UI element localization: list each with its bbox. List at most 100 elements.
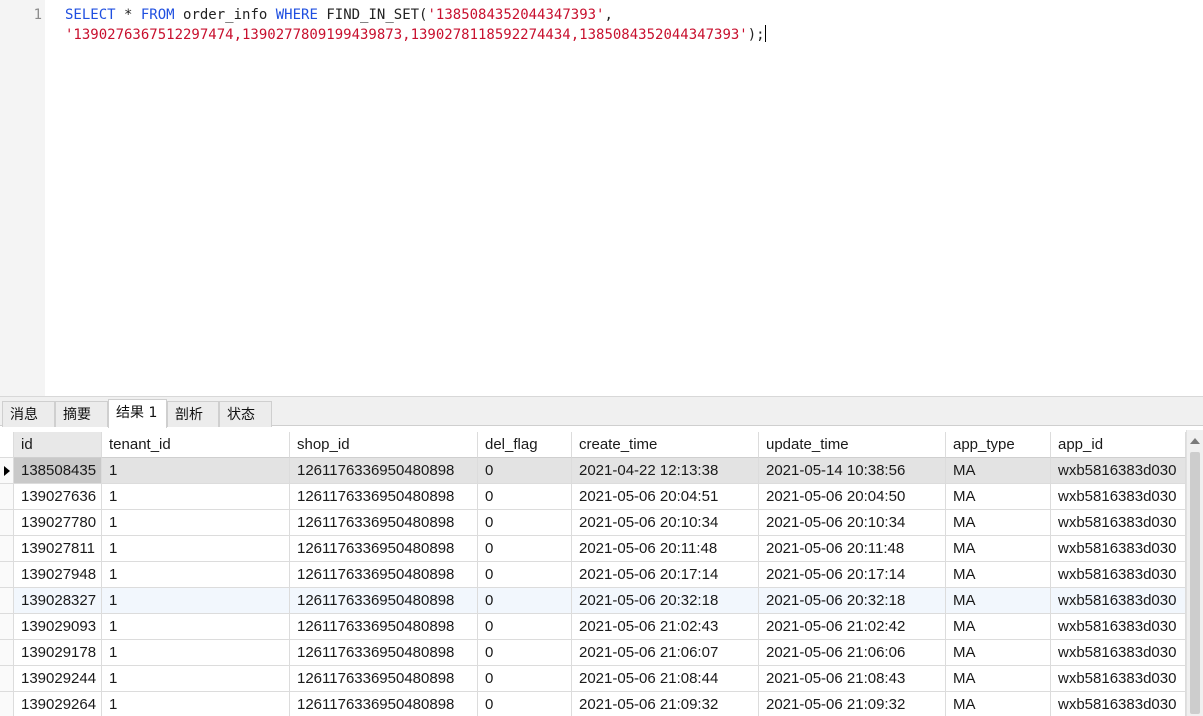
cell-del-flag[interactable]: 0 xyxy=(478,458,572,484)
cell-del-flag[interactable]: 0 xyxy=(478,562,572,588)
cell-tenant-id[interactable]: 1 xyxy=(102,666,290,692)
cell-del-flag[interactable]: 0 xyxy=(478,614,572,640)
cell-shop-id[interactable]: 1261176336950480898 xyxy=(290,666,478,692)
cell-app-id[interactable]: wxb5816383d030 xyxy=(1051,614,1186,640)
cell-id[interactable]: 139028327 xyxy=(14,588,102,614)
cell-tenant-id[interactable]: 1 xyxy=(102,458,290,484)
cell-update-time[interactable]: 2021-05-14 10:38:56 xyxy=(759,458,946,484)
row-marker[interactable] xyxy=(0,640,14,666)
cell-del-flag[interactable]: 0 xyxy=(478,666,572,692)
cell-update-time[interactable]: 2021-05-06 21:02:42 xyxy=(759,614,946,640)
cell-del-flag[interactable]: 0 xyxy=(478,510,572,536)
cell-create-time[interactable]: 2021-04-22 12:13:38 xyxy=(572,458,759,484)
table-row[interactable]: 139029244 1 1261176336950480898 0 2021-05-06… xyxy=(0,666,1186,692)
cell-app-id[interactable]: wxb5816383d030 xyxy=(1051,640,1186,666)
cell-app-id[interactable]: wxb5816383d030 xyxy=(1051,458,1186,484)
row-marker[interactable] xyxy=(0,536,14,562)
results-grid[interactable]: id tenant_id shop_id del_flag create_tim… xyxy=(0,430,1186,716)
scrollbar-thumb[interactable] xyxy=(1190,452,1200,714)
cell-create-time[interactable]: 2021-05-06 20:10:34 xyxy=(572,510,759,536)
table-row[interactable]: 139027948 1 1261176336950480898 0 2021-05-06… xyxy=(0,562,1186,588)
row-marker[interactable] xyxy=(0,510,14,536)
cell-del-flag[interactable]: 0 xyxy=(478,588,572,614)
cell-app-type[interactable]: MA xyxy=(946,536,1051,562)
column-header-app-id[interactable]: app_id xyxy=(1051,432,1186,458)
cell-update-time[interactable]: 2021-05-06 20:17:14 xyxy=(759,562,946,588)
cell-app-id[interactable]: wxb5816383d030 xyxy=(1051,562,1186,588)
cell-del-flag[interactable]: 0 xyxy=(478,536,572,562)
table-row[interactable]: 139029178 1 1261176336950480898 0 2021-05-06… xyxy=(0,640,1186,666)
cell-app-type[interactable]: MA xyxy=(946,614,1051,640)
cell-app-type[interactable]: MA xyxy=(946,458,1051,484)
cell-app-type[interactable]: MA xyxy=(946,484,1051,510)
cell-id[interactable]: 139027636 xyxy=(14,484,102,510)
cell-tenant-id[interactable]: 1 xyxy=(102,484,290,510)
cell-shop-id[interactable]: 1261176336950480898 xyxy=(290,510,478,536)
table-row[interactable]: 139029264 1 1261176336950480898 0 2021-05-06… xyxy=(0,692,1186,716)
column-header-app-type[interactable]: app_type xyxy=(946,432,1051,458)
cell-tenant-id[interactable]: 1 xyxy=(102,510,290,536)
table-row[interactable]: 139028327 1 1261176336950480898 0 2021-05-06… xyxy=(0,588,1186,614)
cell-id[interactable]: 139027811 xyxy=(14,536,102,562)
cell-shop-id[interactable]: 1261176336950480898 xyxy=(290,484,478,510)
column-header-del-flag[interactable]: del_flag xyxy=(478,432,572,458)
cell-app-id[interactable]: wxb5816383d030 xyxy=(1051,588,1186,614)
cell-app-type[interactable]: MA xyxy=(946,692,1051,716)
cell-create-time[interactable]: 2021-05-06 21:09:32 xyxy=(572,692,759,716)
cell-tenant-id[interactable]: 1 xyxy=(102,692,290,716)
cell-id[interactable]: 139029264 xyxy=(14,692,102,716)
cell-update-time[interactable]: 2021-05-06 21:08:43 xyxy=(759,666,946,692)
cell-app-id[interactable]: wxb5816383d030 xyxy=(1051,484,1186,510)
sql-code[interactable]: SELECT * FROM order_info WHERE FIND_IN_S… xyxy=(65,5,766,45)
cell-app-type[interactable]: MA xyxy=(946,510,1051,536)
cell-tenant-id[interactable]: 1 xyxy=(102,588,290,614)
row-marker[interactable] xyxy=(0,614,14,640)
cell-create-time[interactable]: 2021-05-06 21:08:44 xyxy=(572,666,759,692)
row-marker[interactable] xyxy=(0,458,14,484)
table-row[interactable]: 138508435 1 1261176336950480898 0 2021-04-22… xyxy=(0,458,1186,484)
cell-shop-id[interactable]: 1261176336950480898 xyxy=(290,536,478,562)
table-row[interactable]: 139029093 1 1261176336950480898 0 2021-05-06… xyxy=(0,614,1186,640)
cell-app-id[interactable]: wxb5816383d030 xyxy=(1051,666,1186,692)
cell-id[interactable]: 139029093 xyxy=(14,614,102,640)
cell-shop-id[interactable]: 1261176336950480898 xyxy=(290,614,478,640)
cell-update-time[interactable]: 2021-05-06 21:09:32 xyxy=(759,692,946,716)
cell-del-flag[interactable]: 0 xyxy=(478,640,572,666)
cell-shop-id[interactable]: 1261176336950480898 xyxy=(290,640,478,666)
cell-id[interactable]: 139027948 xyxy=(14,562,102,588)
row-marker[interactable] xyxy=(0,666,14,692)
row-marker[interactable] xyxy=(0,484,14,510)
cell-create-time[interactable]: 2021-05-06 20:11:48 xyxy=(572,536,759,562)
cell-shop-id[interactable]: 1261176336950480898 xyxy=(290,458,478,484)
tab-summary[interactable]: 摘要 xyxy=(55,401,108,427)
column-header-shop-id[interactable]: shop_id xyxy=(290,432,478,458)
tab-messages[interactable]: 消息 xyxy=(2,401,55,427)
tab-profile[interactable]: 剖析 xyxy=(167,401,219,427)
cell-tenant-id[interactable]: 1 xyxy=(102,640,290,666)
cell-update-time[interactable]: 2021-05-06 20:32:18 xyxy=(759,588,946,614)
cell-app-type[interactable]: MA xyxy=(946,562,1051,588)
cell-update-time[interactable]: 2021-05-06 20:11:48 xyxy=(759,536,946,562)
scroll-up-arrow-icon[interactable] xyxy=(1190,438,1200,444)
cell-id[interactable]: 139029178 xyxy=(14,640,102,666)
cell-shop-id[interactable]: 1261176336950480898 xyxy=(290,562,478,588)
tab-status[interactable]: 状态 xyxy=(219,401,272,427)
row-marker[interactable] xyxy=(0,588,14,614)
column-header-update-time[interactable]: update_time xyxy=(759,432,946,458)
cell-id[interactable]: 138508435 xyxy=(14,458,102,484)
column-header-create-time[interactable]: create_time xyxy=(572,432,759,458)
sql-editor[interactable]: 1 SELECT * FROM order_info WHERE FIND_IN… xyxy=(0,0,1203,396)
cell-update-time[interactable]: 2021-05-06 20:10:34 xyxy=(759,510,946,536)
tab-result-1[interactable]: 结果 1 xyxy=(108,399,167,428)
row-marker[interactable] xyxy=(0,562,14,588)
cell-shop-id[interactable]: 1261176336950480898 xyxy=(290,692,478,716)
cell-create-time[interactable]: 2021-05-06 21:02:43 xyxy=(572,614,759,640)
cell-app-id[interactable]: wxb5816383d030 xyxy=(1051,510,1186,536)
cell-update-time[interactable]: 2021-05-06 20:04:50 xyxy=(759,484,946,510)
cell-app-id[interactable]: wxb5816383d030 xyxy=(1051,536,1186,562)
table-row[interactable]: 139027811 1 1261176336950480898 0 2021-05-06… xyxy=(0,536,1186,562)
cell-app-type[interactable]: MA xyxy=(946,666,1051,692)
cell-id[interactable]: 139027780 xyxy=(14,510,102,536)
cell-app-type[interactable]: MA xyxy=(946,588,1051,614)
row-marker[interactable] xyxy=(0,692,14,716)
